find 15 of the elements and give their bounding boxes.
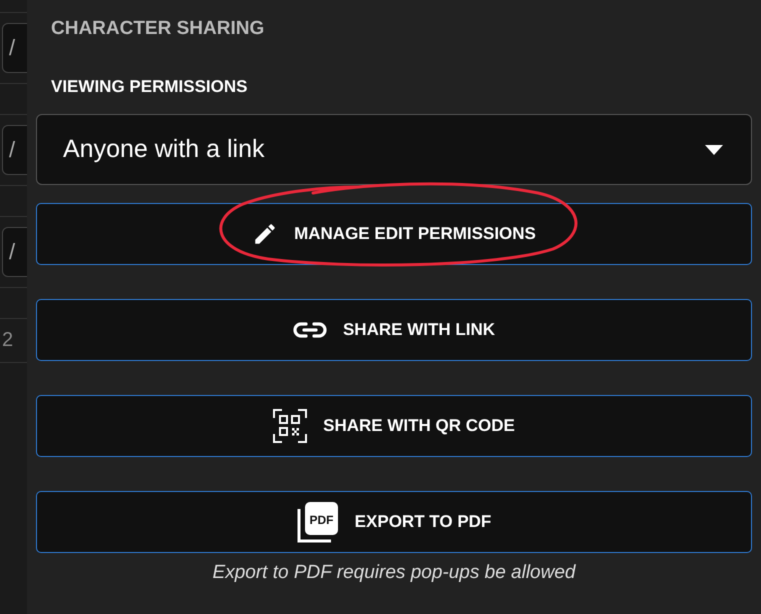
caret-icon [705, 144, 723, 154]
action-button[interactable]: MANAGE EDIT PERMISSIONS [36, 203, 752, 265]
section-title: CHARACTER SHARING [51, 17, 266, 41]
value-text: 2 [1, 329, 14, 352]
action-button[interactable]: SHARE WITH QR CODE [36, 395, 752, 457]
permissions-dropdown[interactable]: Anyone with a link [36, 114, 752, 185]
input-field[interactable]: / [2, 227, 27, 277]
link-icon [292, 321, 327, 339]
input-field[interactable]: / [2, 125, 27, 175]
action-button[interactable]: SHARE WITH LINK [36, 299, 752, 361]
input-field[interactable]: / [2, 23, 27, 73]
qr-code-icon [273, 409, 308, 443]
help-text: Export to PDF requires pop-ups be allowed [212, 562, 577, 584]
action-button[interactable]: PDF EXPORT TO PDF [36, 491, 752, 553]
field-label: VIEWING PERMISSIONS [51, 76, 248, 98]
